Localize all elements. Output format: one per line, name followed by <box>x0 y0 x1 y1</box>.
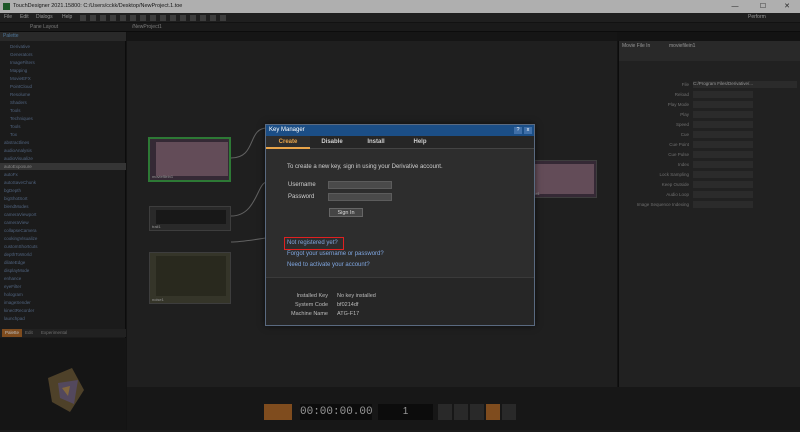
highlight-box <box>284 237 344 250</box>
tab-install[interactable]: Install <box>354 136 398 149</box>
dialog-help-button[interactable]: ? <box>514 127 522 134</box>
machine-name-label: Machine Name <box>291 311 328 317</box>
installed-key-value: No key installed <box>337 293 376 299</box>
dialog-tabs: Create Disable Install Help <box>266 136 534 149</box>
installed-key-label: Installed Key <box>296 293 329 299</box>
password-input[interactable] <box>328 193 392 201</box>
dialog-title: Key Manager <box>266 125 534 136</box>
username-input[interactable] <box>328 181 392 189</box>
tab-help[interactable]: Help <box>398 136 442 149</box>
forgot-credentials-link[interactable]: Forgot your username or password? <box>287 251 384 257</box>
tab-create[interactable]: Create <box>266 136 310 149</box>
activate-account-link[interactable]: Need to activate your account? <box>287 262 370 268</box>
dialog-body: To create a new key, sign in using your … <box>266 149 534 277</box>
key-info-section: Installed Key No key installed System Co… <box>266 277 534 325</box>
system-code-label: System Code <box>294 302 328 308</box>
username-label: Username <box>288 182 316 188</box>
password-label: Password <box>288 194 315 200</box>
dialog-close-button[interactable]: x <box>524 127 532 134</box>
key-manager-dialog: Key Manager ? x Create Disable Install H… <box>265 124 535 326</box>
machine-name-value: ATG-F17 <box>337 311 360 317</box>
sign-in-button[interactable]: Sign In <box>329 208 363 217</box>
system-code-value: bf0214df <box>337 302 359 308</box>
intro-text: To create a new key, sign in using your … <box>287 164 443 170</box>
tab-disable[interactable]: Disable <box>310 136 354 149</box>
